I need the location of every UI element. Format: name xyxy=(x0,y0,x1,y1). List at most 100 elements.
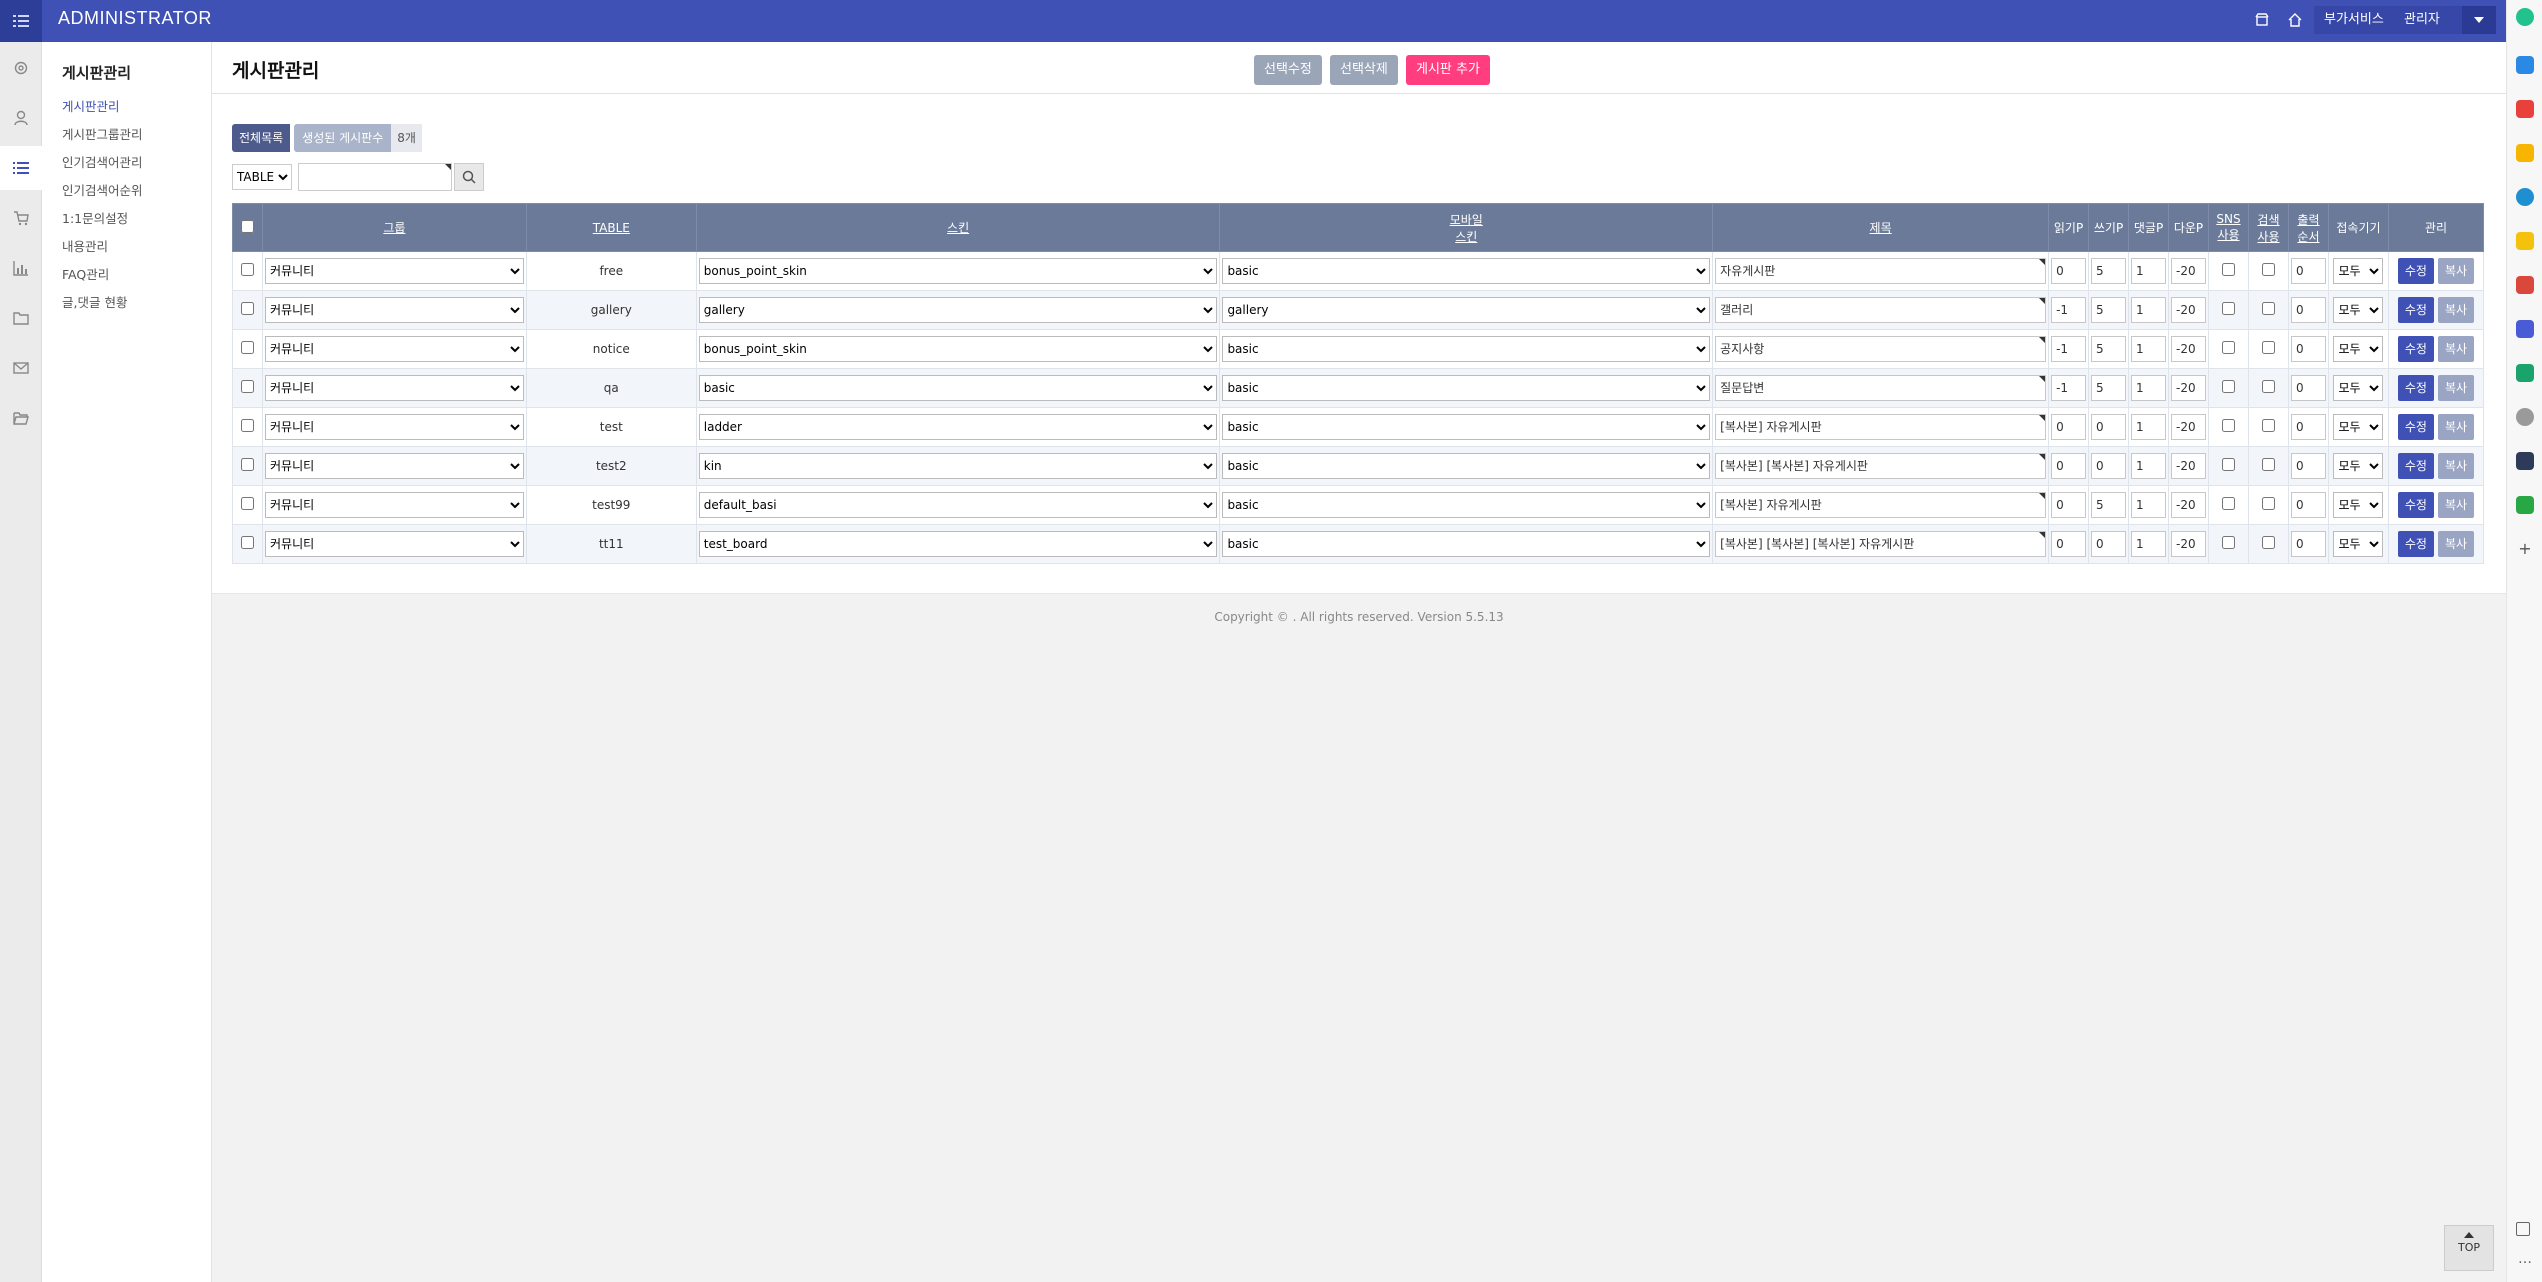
header-mobile-skin[interactable]: 모바일 스킨 xyxy=(1219,203,1714,252)
search-use-checkbox[interactable] xyxy=(2261,497,2275,510)
copy-button[interactable]: 복사 xyxy=(2437,258,2475,284)
app-calendar-icon[interactable] xyxy=(2516,56,2534,74)
group-select[interactable]: 커뮤니티 xyxy=(264,297,524,323)
app-31-icon[interactable] xyxy=(2516,320,2534,338)
store-icon[interactable] xyxy=(2251,9,2273,31)
add-board-button[interactable]: 게시판 추가 xyxy=(1406,55,1490,85)
app-pocket-icon[interactable] xyxy=(2516,100,2534,118)
subject-input[interactable]: 자유게시판 xyxy=(1715,258,2047,284)
write-point-input[interactable]: 0 xyxy=(2091,453,2127,479)
sns-checkbox[interactable] xyxy=(2221,458,2235,471)
row-checkbox[interactable] xyxy=(240,458,254,471)
search-use-checkbox[interactable] xyxy=(2261,419,2275,432)
order-input[interactable]: 0 xyxy=(2290,375,2326,401)
submenu-item-post-status[interactable]: 글,댓글 현황 xyxy=(62,292,127,311)
edit-button[interactable]: 수정 xyxy=(2397,297,2434,323)
order-input[interactable]: 0 xyxy=(2290,414,2326,440)
copy-button[interactable]: 복사 xyxy=(2437,297,2475,323)
edit-button[interactable]: 수정 xyxy=(2397,453,2434,479)
group-select[interactable]: 커뮤니티 xyxy=(264,375,524,401)
edit-button[interactable]: 수정 xyxy=(2397,336,2434,362)
mail-icon[interactable] xyxy=(0,346,42,390)
order-input[interactable]: 0 xyxy=(2290,258,2326,284)
skin-select[interactable]: test_board xyxy=(698,531,1218,557)
home-icon[interactable] xyxy=(2284,9,2306,31)
download-point-input[interactable]: -20 xyxy=(2171,297,2206,323)
order-input[interactable]: 0 xyxy=(2290,531,2326,557)
download-point-input[interactable]: -20 xyxy=(2171,258,2206,284)
read-point-input[interactable]: -1 xyxy=(2051,297,2087,323)
row-checkbox[interactable] xyxy=(240,263,254,276)
app-chart-icon[interactable] xyxy=(2516,496,2534,514)
read-point-input[interactable]: -1 xyxy=(2051,336,2087,362)
write-point-input[interactable]: 0 xyxy=(2091,531,2127,557)
edit-button[interactable]: 수정 xyxy=(2397,531,2434,557)
all-list-link[interactable]: 전체목록 xyxy=(232,124,291,152)
skin-select[interactable]: kin xyxy=(698,453,1218,479)
sns-checkbox[interactable] xyxy=(2221,497,2235,510)
read-point-input[interactable]: 0 xyxy=(2051,258,2087,284)
write-point-input[interactable]: 5 xyxy=(2091,375,2127,401)
app-green-icon[interactable] xyxy=(2516,8,2534,26)
mobile-skin-select[interactable]: basic xyxy=(1222,336,1711,362)
comment-point-input[interactable]: 1 xyxy=(2131,258,2167,284)
admin-dropdown-icon[interactable] xyxy=(2462,6,2496,34)
order-input[interactable]: 0 xyxy=(2290,297,2326,323)
row-checkbox[interactable] xyxy=(240,341,254,354)
row-checkbox[interactable] xyxy=(240,302,254,315)
skin-select[interactable]: gallery xyxy=(698,297,1218,323)
sns-checkbox[interactable] xyxy=(2221,302,2235,315)
cart-icon[interactable] xyxy=(0,196,42,240)
download-point-input[interactable]: -20 xyxy=(2171,375,2206,401)
comment-point-input[interactable]: 1 xyxy=(2131,492,2167,518)
header-order[interactable]: 출력 순서 xyxy=(2287,203,2329,252)
skin-select[interactable]: basic xyxy=(698,375,1218,401)
copy-button[interactable]: 복사 xyxy=(2437,531,2475,557)
settings-icon[interactable] xyxy=(0,46,42,90)
sns-checkbox[interactable] xyxy=(2221,419,2235,432)
submenu-item-faq[interactable]: FAQ관리 xyxy=(62,264,109,283)
search-use-checkbox[interactable] xyxy=(2261,302,2275,315)
row-checkbox[interactable] xyxy=(240,536,254,549)
mobile-skin-select[interactable]: basic xyxy=(1222,414,1711,440)
comment-point-input[interactable]: 1 xyxy=(2131,531,2167,557)
board-list-icon[interactable] xyxy=(0,146,42,190)
more-icon[interactable]: … xyxy=(2516,1252,2534,1270)
mobile-skin-select[interactable]: basic xyxy=(1222,258,1711,284)
group-select[interactable]: 커뮤니티 xyxy=(264,414,524,440)
external-link-icon[interactable] xyxy=(2516,1222,2530,1236)
copy-button[interactable]: 복사 xyxy=(2437,414,2475,440)
subject-input[interactable]: 공지사항 xyxy=(1715,336,2047,362)
header-skin[interactable]: 스킨 xyxy=(695,203,1221,252)
services-button[interactable]: 부가서비스 xyxy=(2314,6,2394,34)
mobile-skin-select[interactable]: gallery xyxy=(1222,297,1711,323)
write-point-input[interactable]: 0 xyxy=(2091,414,2127,440)
app-edge-icon[interactable] xyxy=(2516,188,2534,206)
search-use-checkbox[interactable] xyxy=(2261,341,2275,354)
sns-checkbox[interactable] xyxy=(2221,536,2235,549)
order-input[interactable]: 0 xyxy=(2290,336,2326,362)
write-point-input[interactable]: 5 xyxy=(2091,258,2127,284)
subject-input[interactable]: [복사본] 자유게시판 xyxy=(1715,414,2047,440)
comment-point-input[interactable]: 1 xyxy=(2131,297,2167,323)
write-point-input[interactable]: 5 xyxy=(2091,297,2127,323)
mobile-skin-select[interactable]: basic xyxy=(1222,375,1711,401)
device-select[interactable]: 모두 xyxy=(2333,258,2384,284)
copy-button[interactable]: 복사 xyxy=(2437,453,2475,479)
order-input[interactable]: 0 xyxy=(2290,492,2326,518)
edit-button[interactable]: 수정 xyxy=(2397,258,2434,284)
search-use-checkbox[interactable] xyxy=(2261,380,2275,393)
folder-open-icon[interactable] xyxy=(0,396,42,440)
skin-select[interactable]: bonus_point_skin xyxy=(698,258,1218,284)
sns-checkbox[interactable] xyxy=(2221,341,2235,354)
write-point-input[interactable]: 5 xyxy=(2091,336,2127,362)
edit-button[interactable]: 수정 xyxy=(2397,492,2434,518)
row-checkbox[interactable] xyxy=(240,380,254,393)
app-gear-icon[interactable] xyxy=(2516,408,2534,426)
download-point-input[interactable]: -20 xyxy=(2171,492,2206,518)
mobile-skin-select[interactable]: basic xyxy=(1222,531,1711,557)
device-select[interactable]: 모두 xyxy=(2333,375,2384,401)
copy-button[interactable]: 복사 xyxy=(2437,375,2475,401)
device-select[interactable]: 모두 xyxy=(2333,336,2384,362)
header-sns[interactable]: SNS 사용 xyxy=(2208,203,2249,252)
